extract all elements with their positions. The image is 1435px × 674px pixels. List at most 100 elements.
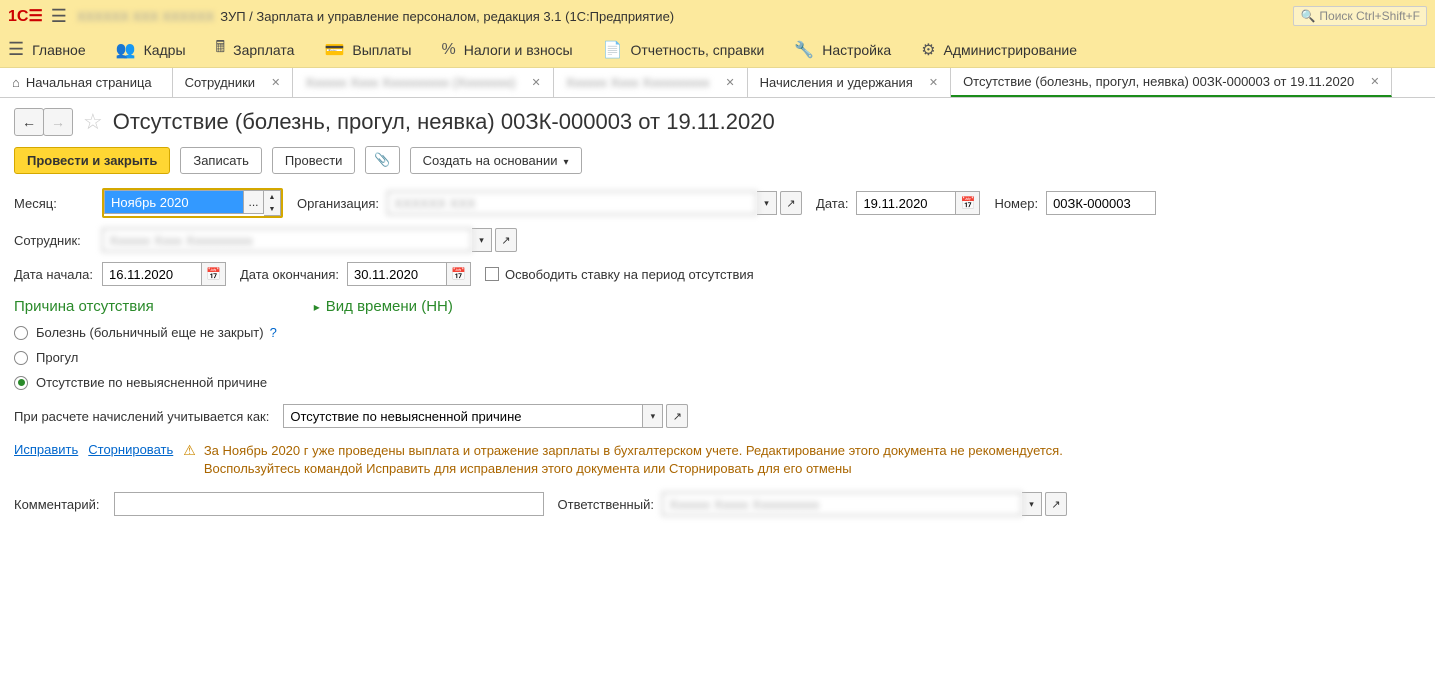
percent-icon: % (441, 41, 455, 59)
nav-forward-button[interactable]: → (43, 108, 73, 136)
reason-illness-radio[interactable] (14, 326, 28, 340)
calculator-icon: 🖩 (216, 36, 226, 63)
menu-main[interactable]: ☰Главное (8, 39, 86, 60)
number-input[interactable] (1046, 191, 1156, 215)
document-tabs: ⌂Начальная страница Сотрудники✕ Xxxxxx X… (0, 68, 1435, 98)
reason-unknown-radio[interactable] (14, 376, 28, 390)
start-date-label: Дата начала: (14, 267, 94, 282)
close-icon[interactable]: ✕ (1370, 75, 1379, 88)
end-date-label: Дата окончания: (240, 267, 339, 282)
global-search[interactable]: 🔍 Поиск Ctrl+Shift+F (1293, 6, 1427, 26)
gear-icon: ⚙ (921, 40, 935, 60)
close-icon[interactable]: ✕ (271, 76, 280, 89)
employee-label: Сотрудник: (14, 233, 94, 248)
release-rate-label: Освободить ставку на период отсутствия (505, 267, 754, 282)
app-topbar: 1C☰ ☰ XXXXXX XXX XXXXXX ЗУП / Зарплата и… (0, 0, 1435, 32)
wrench-icon: 🔧 (794, 40, 814, 60)
main-menu: ☰Главное 👥Кадры 🖩Зарплата 💳Выплаты %Нало… (0, 32, 1435, 68)
month-spinner[interactable]: ▲▼ (264, 190, 281, 216)
release-rate-checkbox[interactable] (485, 267, 499, 281)
wallet-icon: 💳 (324, 40, 344, 60)
tab-home[interactable]: ⌂Начальная страница (0, 68, 173, 97)
nav-back-button[interactable]: ← (14, 108, 44, 136)
document-form: ← → ☆ Отсутствие (болезнь, прогул, неявк… (0, 98, 1435, 536)
responsible-input[interactable] (662, 492, 1022, 516)
tab-blurred-1[interactable]: Xxxxxx Xxxx Xxxxxxxxxx (Xxxxxxxx)✕ (293, 68, 553, 97)
employee-input[interactable] (102, 228, 472, 252)
menu-admin[interactable]: ⚙Администрирование (921, 40, 1077, 60)
month-label: Месяц: (14, 196, 94, 211)
menu-payments[interactable]: 💳Выплаты (324, 40, 411, 60)
reverse-link[interactable]: Сторнировать (88, 442, 173, 457)
comment-label: Комментарий: (14, 497, 100, 512)
chevron-right-icon: ▸ (314, 300, 320, 314)
help-icon[interactable]: ? (270, 325, 277, 340)
calendar-icon[interactable]: 📅 (447, 262, 471, 286)
home-icon: ⌂ (12, 75, 20, 90)
calc-dropdown-button[interactable]: ▾ (643, 404, 663, 428)
menu-settings[interactable]: 🔧Настройка (794, 40, 891, 60)
attachment-button[interactable]: 📎 (365, 146, 399, 174)
calc-open-button[interactable]: ↗ (666, 404, 688, 428)
tab-blurred-2[interactable]: Xxxxxx Xxxx Xxxxxxxxxx✕ (554, 68, 748, 97)
month-field-wrap: ... ▲▼ (102, 188, 283, 218)
paperclip-icon: 📎 (374, 152, 390, 167)
calc-label: При расчете начислений учитывается как: (14, 409, 269, 424)
close-icon[interactable]: ✕ (929, 76, 938, 89)
comment-input[interactable] (114, 492, 544, 516)
menu-hr[interactable]: 👥Кадры (116, 40, 186, 60)
org-open-button[interactable]: ↗ (780, 191, 802, 215)
logo-1c: 1C☰ (8, 6, 43, 26)
responsible-open-button[interactable]: ↗ (1045, 492, 1067, 516)
responsible-dropdown-button[interactable]: ▾ (1022, 492, 1042, 516)
menu-taxes[interactable]: %Налоги и взносы (441, 41, 572, 59)
create-based-button[interactable]: Создать на основании▾ (410, 147, 582, 174)
document-title: Отсутствие (болезнь, прогул, неявка) 00З… (113, 109, 775, 135)
start-date-input[interactable] (102, 262, 202, 286)
employee-open-button[interactable]: ↗ (495, 228, 517, 252)
calendar-icon[interactable]: 📅 (956, 191, 980, 215)
app-title: ЗУП / Зарплата и управление персоналом, … (220, 9, 674, 24)
search-icon: 🔍 (1300, 9, 1315, 23)
post-button[interactable]: Провести (272, 147, 356, 174)
hamburger-icon[interactable]: ☰ (51, 6, 67, 27)
date-input[interactable] (856, 191, 956, 215)
menu-salary[interactable]: 🖩Зарплата (216, 36, 295, 63)
time-kind-link[interactable]: ▸Вид времени (НН) (314, 298, 453, 315)
tab-employees[interactable]: Сотрудники✕ (173, 68, 294, 97)
reason-section-heading: Причина отсутствия (14, 298, 154, 315)
chevron-down-icon[interactable]: ▼ (264, 203, 280, 215)
month-ellipsis-button[interactable]: ... (244, 190, 264, 214)
document-toolbar: Провести и закрыть Записать Провести 📎 С… (14, 146, 1421, 174)
close-icon[interactable]: ✕ (531, 76, 540, 89)
end-date-input[interactable] (347, 262, 447, 286)
post-close-button[interactable]: Провести и закрыть (14, 147, 170, 174)
date-label: Дата: (816, 196, 848, 211)
responsible-label: Ответственный: (558, 497, 654, 512)
calc-input[interactable] (283, 404, 643, 428)
company-name-blurred: XXXXXX XXX XXXXXX (77, 9, 214, 24)
favorite-star-icon[interactable]: ☆ (83, 109, 103, 135)
reason-truancy-radio[interactable] (14, 351, 28, 365)
reason-truancy-label: Прогул (36, 350, 78, 365)
chevron-down-icon: ▾ (563, 157, 568, 168)
save-button[interactable]: Записать (180, 147, 262, 174)
menu-icon: ☰ (8, 39, 24, 60)
chevron-up-icon[interactable]: ▲ (264, 191, 280, 203)
org-input[interactable] (387, 191, 757, 215)
people-icon: 👥 (116, 40, 136, 60)
close-icon[interactable]: ✕ (725, 76, 734, 89)
month-input[interactable] (104, 190, 244, 214)
calendar-icon[interactable]: 📅 (202, 262, 226, 286)
menu-reports[interactable]: 📄Отчетность, справки (603, 40, 765, 60)
reason-illness-label: Болезнь (больничный еще не закрыт) (36, 325, 264, 340)
reason-unknown-label: Отсутствие по невыясненной причине (36, 375, 267, 390)
employee-dropdown-button[interactable]: ▾ (472, 228, 492, 252)
org-dropdown-button[interactable]: ▾ (757, 191, 777, 215)
tab-absence[interactable]: Отсутствие (болезнь, прогул, неявка) 00З… (951, 68, 1392, 97)
tab-accruals[interactable]: Начисления и удержания✕ (748, 68, 951, 97)
fix-link[interactable]: Исправить (14, 442, 78, 457)
warning-text: За Ноябрь 2020 г уже проведены выплата и… (204, 442, 1063, 478)
warning-icon: ⚠ (183, 442, 196, 459)
report-icon: 📄 (603, 40, 623, 60)
